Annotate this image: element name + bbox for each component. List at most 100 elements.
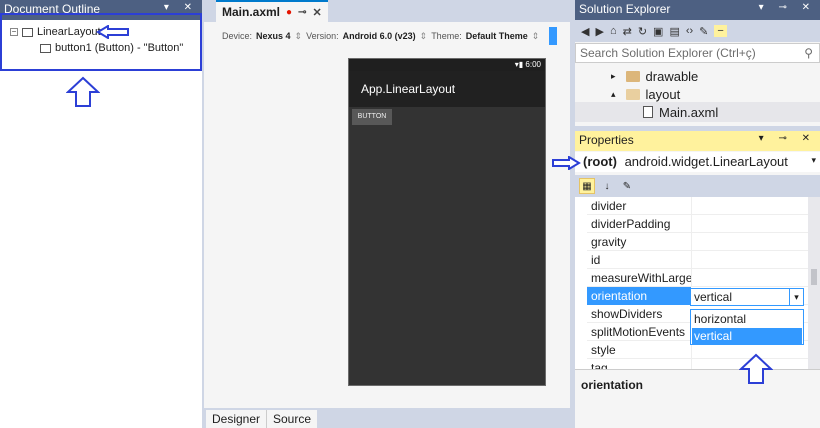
pin-icon[interactable]: − (714, 25, 727, 37)
property-value[interactable] (691, 269, 808, 287)
property-row[interactable]: measureWithLargest (587, 269, 808, 287)
document-outline-panel: Document Outline ▾ ✕ − LinearLayout butt… (0, 0, 202, 428)
property-row[interactable]: id (587, 251, 808, 269)
property-value[interactable] (691, 233, 808, 251)
alphabetical-icon[interactable]: ↓ (599, 178, 615, 194)
solution-explorer-panel: Solution Explorer ▾ ⊸ ✕ ◀ ▶ ⌂ ⇄ ↻ ▣ ▤ ‹›… (575, 0, 820, 126)
object-type: android.widget.LinearLayout (624, 154, 788, 169)
property-row[interactable]: dividerPadding (587, 215, 808, 233)
property-name: id (591, 253, 601, 267)
panel-buttons[interactable]: ▾ ⊸ ✕ (759, 133, 816, 144)
property-value[interactable] (691, 215, 808, 233)
dropdown-option-vertical[interactable]: vertical (692, 328, 802, 344)
file-icon (643, 106, 653, 118)
modified-dot-icon: ● (286, 6, 293, 18)
search-icon[interactable]: ⚲ (804, 46, 813, 60)
phone-status-bar: ▾▮ 6:00 (349, 59, 545, 71)
property-name: splitMotionEvents (591, 325, 686, 339)
solution-explorer-toolbar: ◀ ▶ ⌂ ⇄ ↻ ▣ ▤ ‹› ✎ − (575, 20, 820, 42)
preview-button[interactable]: BUTTON (352, 109, 392, 125)
close-icon[interactable]: ✕ (312, 6, 321, 19)
wrench-icon[interactable]: ✎ (699, 25, 708, 38)
collapse-all-icon[interactable]: ▣ (653, 25, 663, 38)
theme-label: Theme: (431, 31, 462, 41)
up-arrow-icon (739, 353, 773, 384)
solution-item-main-axml[interactable]: Main.axml (575, 102, 820, 122)
right-arrow-icon (552, 156, 581, 170)
property-name: gravity (591, 235, 627, 249)
designer-panel: Main.axml ● ⊸ ✕ Device: Nexus 4 ⇕ Versio… (204, 0, 570, 428)
properties-header: Properties ▾ ⊸ ✕ (575, 131, 820, 151)
theme-dropdown-icon[interactable]: ⇕ (532, 31, 540, 42)
orientation-dropdown-list: horizontal vertical (690, 309, 804, 345)
panel-buttons[interactable]: ▾ ✕ (164, 2, 198, 13)
tab-source[interactable]: Source (266, 410, 318, 428)
panel-buttons[interactable]: ▾ ⊸ ✕ (759, 2, 816, 13)
version-dropdown-icon[interactable]: ⇕ (420, 31, 428, 42)
dropdown-option-horizontal[interactable]: horizontal (692, 311, 802, 327)
app-title: App.LinearLayout (361, 82, 456, 96)
property-row[interactable]: gravity (587, 233, 808, 251)
orientation-value: vertical (694, 290, 733, 304)
solution-item-label: Main.axml (659, 104, 719, 120)
search-placeholder: Search Solution Explorer (Ctrl+ç) (580, 46, 756, 60)
property-value[interactable] (691, 197, 808, 215)
scrollbar-thumb[interactable] (811, 269, 817, 285)
property-name: orientation (587, 287, 691, 305)
chevron-down-icon[interactable]: ▾ (811, 155, 816, 166)
left-arrow-icon (96, 25, 129, 39)
property-grid-scrollbar[interactable] (808, 197, 820, 369)
pin-icon[interactable]: ⊸ (298, 7, 306, 18)
object-selector[interactable]: (root) android.widget.LinearLayout ▾ (575, 152, 820, 172)
layout-icon (22, 27, 33, 37)
property-row[interactable]: divider (587, 197, 808, 215)
solution-explorer-title: Solution Explorer (579, 2, 671, 16)
solution-search-input[interactable]: Search Solution Explorer (Ctrl+ç) ⚲ (575, 43, 820, 63)
home-icon[interactable]: ⌂ (610, 25, 617, 37)
property-name: measureWithLargest (591, 271, 691, 285)
designer-bottom-tabs: Designer Source (204, 408, 570, 428)
properties-toolbar: ▦ ↓ ✎ (575, 175, 820, 197)
version-select[interactable]: Android 6.0 (v23) (343, 31, 416, 41)
tree-node-label: LinearLayout (37, 26, 101, 38)
property-name: tag (591, 361, 608, 369)
solution-item-label: layout (645, 87, 681, 102)
status-time: 6:00 (525, 60, 541, 69)
collapse-icon[interactable]: − (10, 28, 18, 36)
tab-designer[interactable]: Designer (206, 410, 267, 428)
device-select[interactable]: Nexus 4 (256, 31, 291, 41)
categorized-icon[interactable]: ▦ (579, 178, 595, 194)
tree-node-button1[interactable]: button1 (Button) - "Button" (40, 42, 183, 54)
back-icon[interactable]: ◀ (581, 25, 589, 38)
forward-icon[interactable]: ▶ (595, 25, 603, 38)
sync-icon[interactable]: ⇄ (623, 25, 632, 38)
property-name: showDividers (591, 307, 663, 321)
orientation-select[interactable]: vertical ▾ (690, 288, 804, 306)
properties-title: Properties (579, 133, 634, 147)
open-folder-icon (625, 89, 640, 100)
theme-select[interactable]: Default Theme (466, 31, 528, 41)
solution-explorer-header: Solution Explorer ▾ ⊸ ✕ (575, 0, 820, 20)
tab-main-axml[interactable]: Main.axml ● ⊸ ✕ (216, 0, 328, 22)
solution-item-label: drawable (645, 69, 699, 84)
properties-panel: Properties ▾ ⊸ ✕ (root) android.widget.L… (552, 131, 820, 428)
refresh-icon[interactable]: ↻ (638, 25, 647, 38)
chevron-down-icon[interactable]: ▾ (789, 289, 803, 305)
property-value[interactable] (691, 251, 808, 269)
expand-icon[interactable]: ▸ (611, 71, 616, 82)
device-preview[interactable]: ▾▮ 6:00 App.LinearLayout BUTTON (348, 58, 546, 386)
property-row[interactable]: tag (587, 359, 808, 369)
signal-icon: ▾▮ (514, 60, 524, 69)
collapse-icon[interactable]: ▴ (611, 89, 616, 100)
tree-node-linearlayout[interactable]: − LinearLayout (10, 26, 101, 38)
button-control-icon (40, 43, 51, 53)
show-files-icon[interactable]: ▤ (669, 25, 679, 38)
device-dropdown-icon[interactable]: ⇕ (295, 31, 303, 42)
solution-item-drawable[interactable]: ▸ drawable (611, 69, 698, 84)
code-icon[interactable]: ‹› (686, 25, 693, 37)
solution-item-layout[interactable]: ▴ layout (611, 87, 680, 102)
property-description: orientation (575, 369, 820, 428)
device-label: Device: (222, 31, 253, 41)
wrench-icon[interactable]: ✎ (619, 178, 635, 194)
toolbar-overflow-button[interactable] (549, 27, 558, 45)
